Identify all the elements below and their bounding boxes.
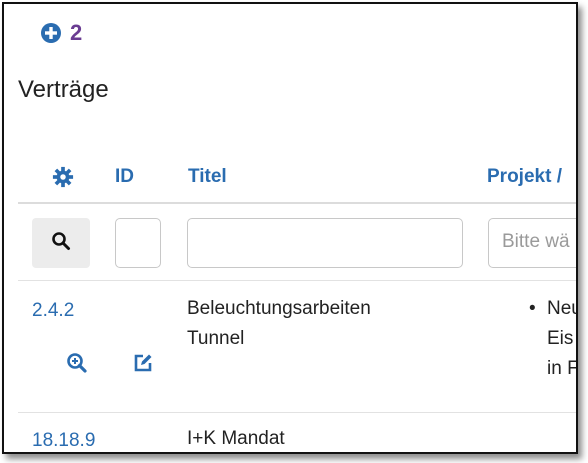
page-title: Verträge: [18, 76, 109, 103]
contracts-panel: 2 Verträge ID Titel Projekt / Bitte wä 2…: [2, 2, 578, 454]
row-project-line: in F: [547, 358, 578, 379]
zoom-in-icon[interactable]: [66, 352, 88, 379]
row-title: I+K Mandat: [187, 424, 285, 452]
plus-circle-icon[interactable]: [40, 22, 62, 44]
column-header-title[interactable]: Titel: [188, 166, 227, 188]
id-filter-input[interactable]: [115, 218, 161, 268]
add-contract-control[interactable]: 2: [40, 20, 82, 46]
row-title-line: Tunnel: [187, 328, 245, 349]
table-header: ID Titel Projekt /: [4, 164, 576, 194]
column-header-project[interactable]: Projekt /: [487, 166, 562, 188]
row-id-link[interactable]: 2.4.2: [32, 300, 74, 322]
project-filter-select[interactable]: Bitte wä: [488, 218, 576, 268]
filter-divider: [18, 280, 576, 281]
row-title-line: I+K Mandat: [187, 428, 285, 449]
row-project-line: Eis: [547, 328, 574, 349]
gear-icon[interactable]: [52, 166, 74, 194]
list-bullet: •: [529, 298, 536, 319]
row-divider: [18, 412, 576, 413]
add-count: 2: [70, 20, 83, 45]
edit-icon[interactable]: [132, 352, 154, 379]
row-id-link[interactable]: 18.18.9: [32, 430, 95, 452]
row-project: • Neu Eis in F: [529, 294, 578, 384]
header-divider: [18, 202, 576, 204]
row-project-line: Neu: [547, 298, 576, 319]
row-title-line: Beleuchtungsarbeiten: [187, 298, 371, 319]
column-header-id[interactable]: ID: [115, 166, 134, 188]
title-filter-input[interactable]: [187, 218, 463, 268]
search-button[interactable]: [32, 218, 90, 268]
row-title: Beleuchtungsarbeiten Tunnel: [187, 294, 371, 354]
search-icon: [51, 231, 71, 256]
